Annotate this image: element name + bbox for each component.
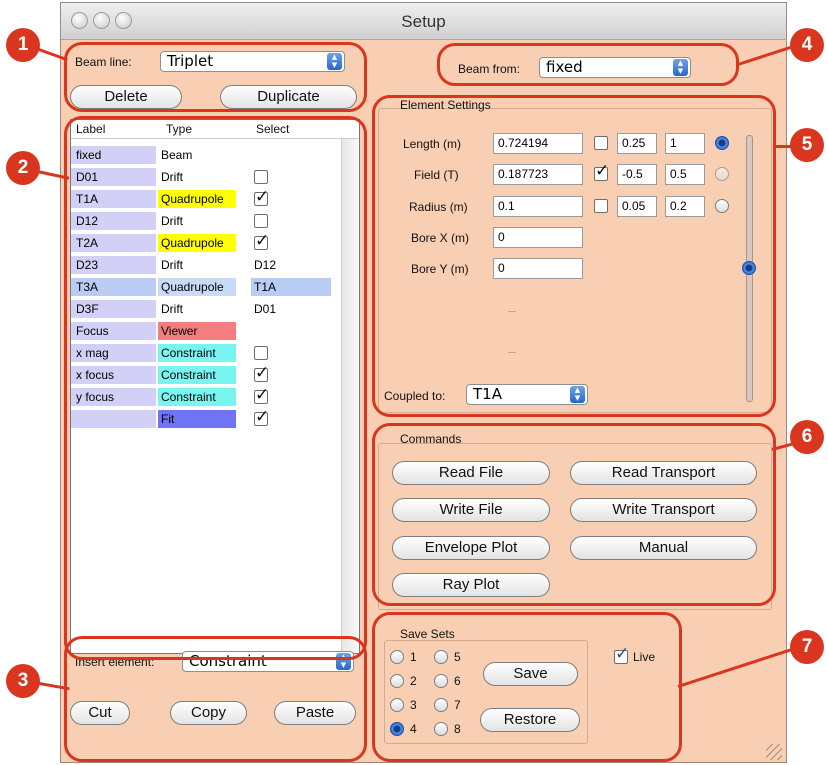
annotation-badge-5: 5 (790, 128, 824, 162)
annotation-box-3 (64, 636, 367, 762)
window-title: Setup (401, 12, 446, 31)
annotation-badge-2: 2 (6, 151, 40, 185)
annotation-badge-1: 1 (6, 28, 40, 62)
annotation-box-1 (64, 42, 367, 112)
annotation-box-7 (372, 612, 682, 762)
annotation-badge-7: 7 (790, 630, 824, 664)
annotation-badge-6: 6 (790, 420, 824, 454)
annotation-badge-4: 4 (790, 28, 824, 62)
annotation-badge-3: 3 (6, 664, 40, 698)
annotation-box-5 (372, 95, 776, 417)
annotation-box-6 (372, 423, 776, 606)
title-bar[interactable]: Setup (61, 3, 786, 40)
resize-grip-icon[interactable] (766, 744, 782, 760)
annotation-box-4 (437, 43, 739, 86)
annotation-box-2 (64, 116, 367, 660)
